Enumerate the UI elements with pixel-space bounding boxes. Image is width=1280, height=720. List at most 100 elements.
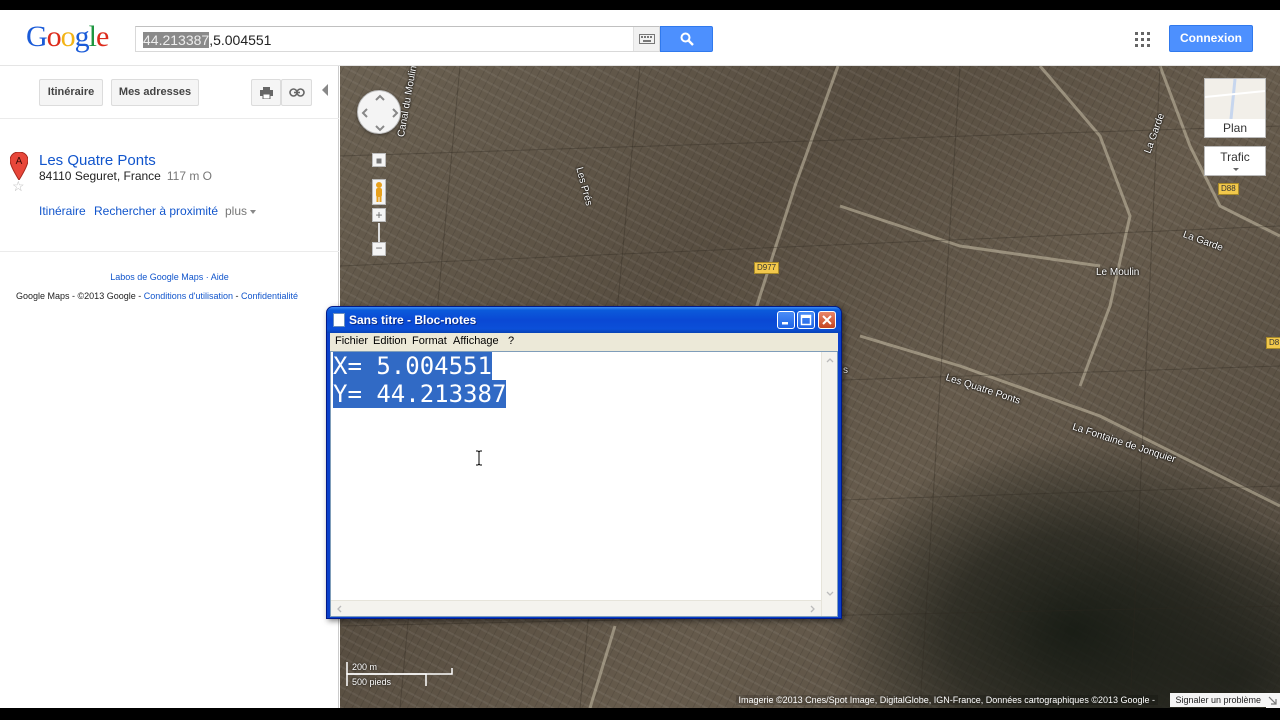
link-icon — [288, 88, 305, 97]
divider — [0, 118, 339, 119]
map-label: Le Moulin — [1096, 267, 1140, 278]
maximize-button[interactable] — [797, 311, 815, 329]
footer-legal: Google Maps - ©2013 Google - Conditions … — [16, 291, 298, 301]
search-rest-text: ,5.004551 — [209, 32, 272, 48]
place-title[interactable]: Les Quatre Ponts — [39, 152, 156, 169]
map-type-plan[interactable]: Plan — [1204, 78, 1266, 138]
search-button[interactable] — [660, 26, 713, 52]
notepad-window[interactable]: Sans titre - Bloc-notes Fichier Edition … — [326, 306, 842, 619]
link-button[interactable] — [281, 79, 312, 106]
menu-format[interactable]: Format — [412, 335, 447, 347]
road-shield: D8 — [1266, 337, 1280, 349]
place-address: 84110 Seguret, France 117 m O — [39, 169, 212, 183]
text-line: X= 5.004551 — [333, 352, 492, 380]
search-input[interactable]: 44.213387,5.004551 — [135, 26, 660, 52]
keyboard-button[interactable] — [633, 27, 659, 51]
logo-letter: G — [26, 20, 48, 53]
menu-affichage[interactable]: Affichage — [453, 335, 499, 347]
zoom-out-button[interactable]: − — [372, 242, 386, 256]
marker-a-icon[interactable]: A — [10, 152, 28, 180]
scroll-up-icon — [826, 358, 834, 363]
scroll-right-icon — [810, 605, 815, 613]
close-button[interactable] — [818, 311, 836, 329]
maximize-icon — [800, 314, 812, 326]
scroll-down-icon — [826, 591, 834, 596]
printer-icon — [259, 86, 273, 99]
logo-letter: o — [46, 20, 62, 53]
pegman-icon — [376, 182, 382, 202]
scale-bar: 200 m 500 pieds — [346, 660, 456, 688]
menu-fichier[interactable]: Fichier — [335, 335, 368, 347]
more-dropdown[interactable]: plus — [225, 204, 257, 218]
collapse-panel-icon[interactable] — [322, 84, 328, 96]
text-line: Y= 44.213387 — [333, 380, 507, 408]
my-places-button[interactable]: Mes adresses — [111, 79, 199, 106]
print-button[interactable] — [251, 79, 281, 106]
report-problem-link[interactable]: Signaler un problème — [1170, 693, 1266, 707]
more-label: plus — [225, 204, 248, 218]
logo-letter: g — [74, 20, 90, 53]
road-shield: D977 — [754, 262, 780, 274]
resize-corner-icon[interactable] — [1266, 693, 1280, 708]
privacy-link[interactable]: Confidentialité — [241, 291, 298, 301]
chevron-down-icon — [1233, 168, 1239, 171]
logo-letter: e — [96, 20, 109, 53]
copyright-text: - ©2013 Google - — [72, 291, 142, 301]
notepad-title: Sans titre - Bloc-notes — [349, 313, 477, 327]
apps-grid-icon[interactable] — [1135, 32, 1150, 47]
close-icon — [822, 315, 832, 325]
vertical-scrollbar[interactable] — [821, 352, 837, 616]
search-nearby-link[interactable]: Rechercher à proximité — [94, 204, 218, 218]
browser-page: Google 44.213387,5.004551 Connexion Itin… — [0, 10, 1280, 708]
menu-help[interactable]: ? — [508, 335, 514, 347]
square-icon — [376, 158, 382, 164]
result-directions-link[interactable]: Itinéraire — [39, 204, 86, 218]
labs-link[interactable]: Labos de Google Maps — [110, 272, 203, 282]
text-cursor-icon — [476, 450, 482, 466]
notepad-text-area[interactable]: X= 5.004551 Y= 44.213387 — [330, 351, 838, 617]
menu-edition[interactable]: Edition — [373, 335, 407, 347]
zoom-in-button[interactable]: + — [372, 208, 386, 222]
scroll-left-icon — [337, 605, 342, 613]
horizontal-scrollbar[interactable] — [331, 600, 821, 616]
scale-imperial: 500 pieds — [352, 677, 392, 687]
search-text: 44.213387,5.004551 — [143, 32, 271, 48]
help-link[interactable]: Aide — [211, 272, 229, 282]
footer-links: Labos de Google Maps · Aide — [0, 272, 339, 282]
minimize-button[interactable] — [777, 311, 795, 329]
footer-separator: · — [203, 272, 211, 282]
minimize-icon — [782, 322, 788, 325]
zoom-slider-track[interactable] — [378, 223, 380, 243]
search-selected-text: 44.213387 — [143, 32, 210, 48]
marker-letter: A — [16, 156, 23, 167]
zoom-reset-button[interactable] — [372, 153, 386, 167]
notepad-titlebar[interactable]: Sans titre - Bloc-notes — [327, 307, 841, 333]
google-logo[interactable]: Google — [26, 20, 109, 54]
map-thumbnail-icon — [1204, 78, 1266, 120]
chevron-down-icon — [250, 209, 257, 214]
map-attribution: Imagerie ©2013 Cnes/Spot Image, DigitalG… — [735, 695, 1158, 705]
directions-button[interactable]: Itinéraire — [39, 79, 103, 106]
left-panel: Itinéraire Mes adresses A ☆ Les Quatre P… — [0, 66, 339, 708]
notepad-menubar: Fichier Edition Format Affichage ? — [330, 333, 838, 351]
traffic-layer-button[interactable]: Trafic — [1204, 146, 1266, 176]
logo-letter: o — [60, 20, 76, 53]
keyboard-icon — [638, 34, 655, 44]
scale-metric: 200 m — [352, 662, 378, 672]
distance-text: 117 m O — [166, 169, 212, 183]
road-shield: D88 — [1218, 183, 1239, 195]
address-text: 84110 Seguret, France — [39, 169, 161, 183]
signin-button[interactable]: Connexion — [1169, 25, 1253, 52]
search-icon — [680, 32, 694, 46]
traffic-label: Trafic — [1220, 150, 1250, 164]
star-icon[interactable]: ☆ — [12, 178, 25, 195]
terms-link[interactable]: Conditions d'utilisation — [144, 291, 233, 301]
map-label: s — [843, 365, 848, 376]
maps-header: Google 44.213387,5.004551 Connexion — [0, 10, 1280, 66]
street-view-pegman[interactable] — [372, 179, 386, 205]
footer-dash: - — [233, 291, 242, 301]
pan-control[interactable] — [357, 90, 401, 134]
pan-arrows-icon — [361, 94, 399, 132]
logo-letter: l — [88, 20, 97, 53]
brand-text: Google Maps — [16, 291, 70, 301]
